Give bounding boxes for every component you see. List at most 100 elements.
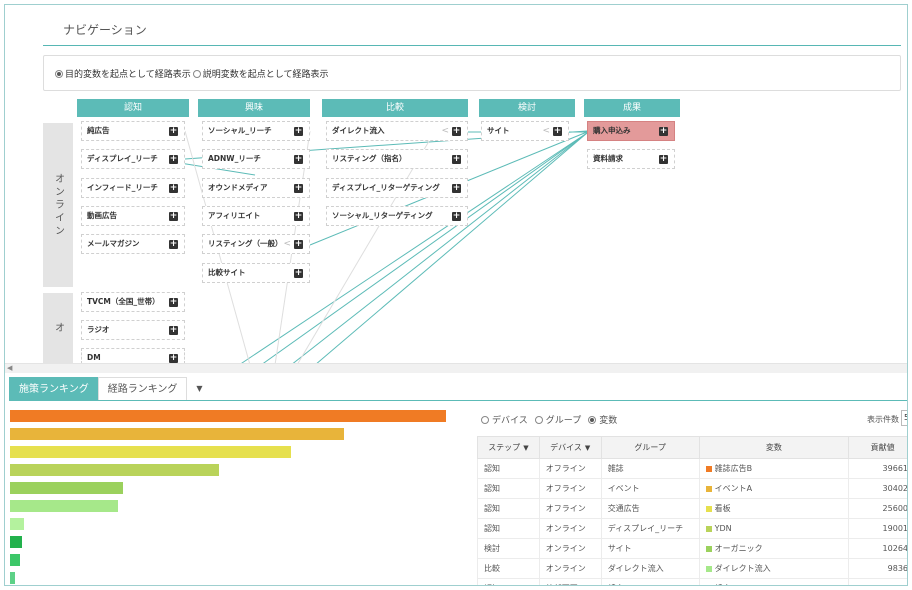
share-icon[interactable]: < [283, 235, 291, 253]
expand-icon[interactable]: + [294, 240, 303, 249]
node-site[interactable]: サイト < + [481, 121, 569, 141]
node-label: ダイレクト流入 [332, 126, 385, 135]
radio-device[interactable] [481, 415, 489, 424]
node-social-reach[interactable]: ソーシャル_リーチ + [202, 121, 310, 141]
expand-icon[interactable]: + [169, 326, 178, 335]
expand-icon[interactable]: + [659, 155, 668, 164]
cell-device: オフライン [538, 478, 602, 499]
cell-contribution: 25600 [848, 498, 907, 519]
tab-dropdown-icon[interactable]: ▼ [186, 377, 212, 401]
node-direct-traffic[interactable]: ダイレクト流入 < + [326, 121, 468, 141]
expand-icon[interactable]: + [553, 127, 562, 136]
cell-contribution: 10264 [848, 538, 907, 559]
column-header-contribution[interactable]: 貢献値 [848, 436, 907, 459]
group-by-selector: デバイス グループ 変数 [481, 413, 617, 426]
node-document-request[interactable]: 資料請求 + [587, 149, 675, 169]
node-infeed-reach[interactable]: インフィード_リーチ + [81, 178, 185, 198]
table-row[interactable]: 比較 オンライン ダイレクト流入 ダイレクト流入 9836 [477, 558, 907, 579]
node-listing-branded[interactable]: リスティング（指名） + [326, 149, 468, 169]
color-swatch [705, 565, 712, 572]
expand-icon[interactable]: + [294, 212, 303, 221]
node-label: インフィード_リーチ [87, 183, 158, 192]
node-radio[interactable]: ラジオ + [81, 320, 185, 340]
share-icon[interactable]: < [441, 122, 449, 140]
node-affiliate[interactable]: アフィリエイト + [202, 206, 310, 226]
cell-contribution: 39661 [848, 458, 907, 479]
filter-icon[interactable]: ▼ [523, 444, 528, 452]
cell-step: 比較 [477, 558, 540, 579]
expand-icon[interactable]: + [659, 127, 668, 136]
node-adnw-reach[interactable]: ADNW_リーチ + [202, 149, 310, 169]
expand-icon[interactable]: + [169, 155, 178, 164]
ranking-bar [10, 536, 22, 548]
radio-group-label[interactable]: グループ [546, 413, 581, 426]
cell-step: 認知 [477, 478, 540, 499]
radio-device-label[interactable]: デバイス [492, 413, 528, 426]
expand-icon[interactable]: + [452, 155, 461, 164]
radio-variable-label[interactable]: 変数 [599, 413, 617, 426]
expand-icon[interactable]: + [294, 155, 303, 164]
tab-path-ranking[interactable]: 経路ランキング [97, 377, 188, 401]
expand-icon[interactable]: + [294, 127, 303, 136]
expand-icon[interactable]: + [452, 212, 461, 221]
table-row[interactable]: 認知 オンライン ディスプレイ_リーチ YDN 19001 [477, 518, 907, 539]
ranking-bar [10, 554, 20, 566]
node-mail-magazine[interactable]: メールマガジン + [81, 234, 185, 254]
expand-icon[interactable]: + [294, 184, 303, 193]
cell-step: 認知 [477, 498, 540, 519]
display-count-input[interactable]: 50 [901, 410, 907, 426]
ranking-bar [10, 482, 123, 494]
cell-device: オンライン [538, 558, 602, 579]
expand-icon[interactable]: + [169, 127, 178, 136]
expand-icon[interactable]: + [294, 269, 303, 278]
node-label: 比較サイト [208, 268, 246, 277]
node-listing-general[interactable]: リスティング（一般） < + [202, 234, 310, 254]
cell-variable: 雑誌広告B [698, 458, 850, 479]
cell-contribution: 1234 [848, 578, 907, 585]
column-header-group[interactable]: グループ [600, 436, 700, 459]
cell-contribution: 9836 [848, 558, 907, 579]
column-header-device[interactable]: デバイス ▼ [538, 436, 602, 459]
radio-group[interactable] [534, 415, 543, 424]
node-tvcm[interactable]: TVCM（全国_世帯） + [81, 292, 185, 312]
table-row[interactable]: 検討 オンライン サイト オーガニック 10264 [477, 538, 907, 559]
cell-contribution: 30402 [848, 478, 907, 499]
node-label: リスティング（指名） [332, 154, 407, 163]
radio-variable[interactable] [588, 415, 597, 424]
scroll-left-icon[interactable]: ◀ [7, 364, 12, 372]
filter-icon[interactable]: ▼ [585, 444, 590, 452]
tab-divider [9, 400, 907, 401]
node-social-retargeting[interactable]: ソーシャル_リターゲティング + [326, 206, 468, 226]
expand-icon[interactable]: + [169, 184, 178, 193]
column-header-variable[interactable]: 変数 [698, 436, 850, 459]
expand-icon[interactable]: + [169, 240, 178, 249]
expand-icon[interactable]: + [452, 184, 461, 193]
node-label: ソーシャル_リターゲティング [332, 211, 433, 220]
ranking-bar [10, 572, 15, 584]
table-row[interactable]: 認知 オフライン イベント イベントA 30402 [477, 478, 907, 499]
horizontal-scrollbar[interactable]: ◀ [5, 363, 907, 373]
expand-icon[interactable]: + [169, 212, 178, 221]
node-owned-media[interactable]: オウンドメディア + [202, 178, 310, 198]
expand-icon[interactable]: + [169, 354, 178, 363]
node-display-reach[interactable]: ディスプレイ_リーチ + [81, 149, 185, 169]
cell-group: 雑誌 [600, 458, 700, 479]
expand-icon[interactable]: + [452, 127, 461, 136]
node-label: 資料請求 [593, 154, 623, 163]
ranking-bar [10, 500, 118, 512]
expand-icon[interactable]: + [169, 298, 178, 307]
node-dm[interactable]: DM + [81, 348, 185, 364]
tab-measure-ranking[interactable]: 施策ランキング [9, 377, 99, 401]
node-label: 動画広告 [87, 211, 117, 220]
node-purchase-application[interactable]: 購入申込み + [587, 121, 675, 141]
node-comparison-site[interactable]: 比較サイト + [202, 263, 310, 283]
node-pure-ad[interactable]: 純広告 + [81, 121, 185, 141]
node-video-ad[interactable]: 動画広告 + [81, 206, 185, 226]
table-row[interactable]: 認知 オフライン 交通広告 看板 25600 [477, 498, 907, 519]
node-label: ラジオ [87, 325, 110, 334]
table-row[interactable]: 認知外部要因競合TVCM競合TVCM1234 [477, 578, 907, 585]
table-row[interactable]: 認知 オフライン 雑誌 雑誌広告B 39661 [477, 458, 907, 479]
column-header-step[interactable]: ステップ ▼ [477, 436, 540, 459]
share-icon[interactable]: < [542, 122, 550, 140]
node-display-retargeting[interactable]: ディスプレイ_リターゲティング + [326, 178, 468, 198]
